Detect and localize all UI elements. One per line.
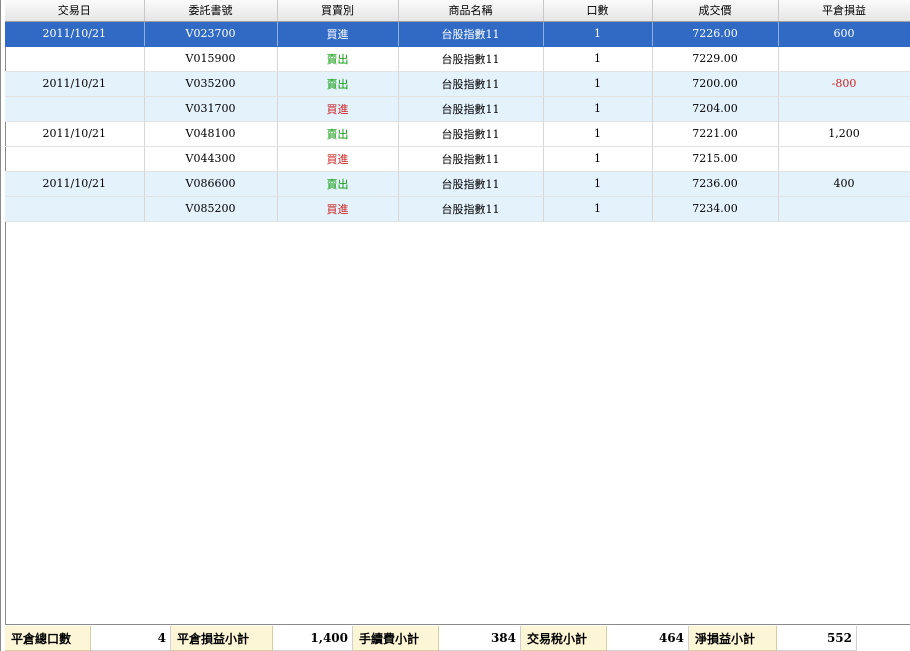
cell-product-name: 台股指數11: [398, 21, 544, 47]
header-fill-price[interactable]: 成交價: [652, 0, 779, 22]
cell-order-number: V023700: [144, 21, 278, 47]
cell-product-name: 台股指數11: [398, 171, 544, 197]
close-pnl-label: 平倉損益小計: [171, 626, 273, 651]
cell-product-name: 台股指數11: [398, 196, 544, 222]
cell-fill-price: 7234.00: [652, 196, 779, 222]
net-pnl-label: 淨損益小計: [689, 626, 777, 651]
cell-buy-sell: 買進: [277, 96, 399, 122]
cell-trade-date: [5, 146, 145, 172]
cell-quantity: 1: [543, 146, 653, 172]
cell-fill-price: 7229.00: [652, 46, 779, 72]
table-row[interactable]: V044300 買進 台股指數11 1 7215.00: [5, 146, 910, 172]
cell-trade-date: 2011/10/21: [5, 71, 145, 97]
table-row[interactable]: V015900 賣出 台股指數11 1 7229.00: [5, 46, 910, 72]
cell-quantity: 1: [543, 171, 653, 197]
cell-close-pnl: [778, 46, 910, 72]
cell-close-pnl: -800: [778, 71, 910, 97]
table-row[interactable]: 2011/10/21 V035200 賣出 台股指數11 1 7200.00 -…: [5, 71, 910, 97]
cell-order-number: V086600: [144, 171, 278, 197]
fee-label: 手續費小計: [353, 626, 439, 651]
cell-order-number: V085200: [144, 196, 278, 222]
cell-fill-price: 7236.00: [652, 171, 779, 197]
cell-fill-price: 7204.00: [652, 96, 779, 122]
tax-label: 交易稅小計: [521, 626, 607, 651]
cell-order-number: V015900: [144, 46, 278, 72]
cell-close-pnl: 1,200: [778, 121, 910, 147]
close-qty-label: 平倉總口數: [5, 626, 91, 651]
cell-fill-price: 7215.00: [652, 146, 779, 172]
table-row[interactable]: 2011/10/21 V023700 買進 台股指數11 1 7226.00 6…: [5, 21, 910, 47]
cell-order-number: V044300: [144, 146, 278, 172]
cell-quantity: 1: [543, 96, 653, 122]
cell-fill-price: 7221.00: [652, 121, 779, 147]
header-close-pnl[interactable]: 平倉損益: [778, 0, 910, 22]
table-row[interactable]: 2011/10/21 V048100 賣出 台股指數11 1 7221.00 1…: [5, 121, 910, 147]
cell-buy-sell: 賣出: [277, 171, 399, 197]
cell-quantity: 1: [543, 21, 653, 47]
cell-buy-sell: 買進: [277, 146, 399, 172]
cell-product-name: 台股指數11: [398, 96, 544, 122]
fee-value: 384: [439, 626, 521, 651]
cell-product-name: 台股指數11: [398, 71, 544, 97]
close-pnl-value: 1,400: [273, 626, 353, 651]
cell-order-number: V035200: [144, 71, 278, 97]
table-row[interactable]: 2011/10/21 V086600 賣出 台股指數11 1 7236.00 4…: [5, 171, 910, 197]
cell-product-name: 台股指數11: [398, 146, 544, 172]
table-row[interactable]: V031700 買進 台股指數11 1 7204.00: [5, 96, 910, 122]
cell-order-number: V048100: [144, 121, 278, 147]
cell-buy-sell: 賣出: [277, 121, 399, 147]
cell-close-pnl: 400: [778, 171, 910, 197]
cell-buy-sell: 買進: [277, 196, 399, 222]
summary-bar: 平倉總口數 4 平倉損益小計 1,400 手續費小計 384 交易稅小計 464…: [5, 626, 910, 651]
cell-product-name: 台股指數11: [398, 46, 544, 72]
cell-quantity: 1: [543, 46, 653, 72]
grid-bottom-border: [5, 624, 910, 625]
grid-header-row: 交易日 委託書號 買賣別 商品名稱 口數 成交價 平倉損益: [5, 0, 910, 22]
cell-product-name: 台股指數11: [398, 121, 544, 147]
table-row[interactable]: V085200 買進 台股指數11 1 7234.00: [5, 196, 910, 222]
cell-trade-date: [5, 96, 145, 122]
cell-quantity: 1: [543, 71, 653, 97]
cell-trade-date: 2011/10/21: [5, 21, 145, 47]
cell-close-pnl: [778, 96, 910, 122]
cell-trade-date: 2011/10/21: [5, 121, 145, 147]
cell-buy-sell: 賣出: [277, 46, 399, 72]
header-product-name[interactable]: 商品名稱: [398, 0, 544, 22]
header-quantity[interactable]: 口數: [543, 0, 653, 22]
cell-fill-price: 7226.00: [652, 21, 779, 47]
tax-value: 464: [607, 626, 689, 651]
header-buy-sell[interactable]: 買賣別: [277, 0, 399, 22]
cell-trade-date: [5, 46, 145, 72]
close-qty-value: 4: [91, 626, 171, 651]
cell-order-number: V031700: [144, 96, 278, 122]
cell-buy-sell: 買進: [277, 21, 399, 47]
net-pnl-value: 552: [777, 626, 857, 651]
cell-trade-date: 2011/10/21: [5, 171, 145, 197]
cell-trade-date: [5, 196, 145, 222]
cell-quantity: 1: [543, 121, 653, 147]
header-trade-date[interactable]: 交易日: [5, 0, 145, 22]
header-order-number[interactable]: 委託書號: [144, 0, 278, 22]
cell-buy-sell: 賣出: [277, 71, 399, 97]
cell-close-pnl: [778, 146, 910, 172]
cell-quantity: 1: [543, 196, 653, 222]
cell-close-pnl: 600: [778, 21, 910, 47]
cell-fill-price: 7200.00: [652, 71, 779, 97]
cell-close-pnl: [778, 196, 910, 222]
trade-grid: 交易日 委託書號 買賣別 商品名稱 口數 成交價 平倉損益 2011/10/21…: [5, 0, 910, 222]
